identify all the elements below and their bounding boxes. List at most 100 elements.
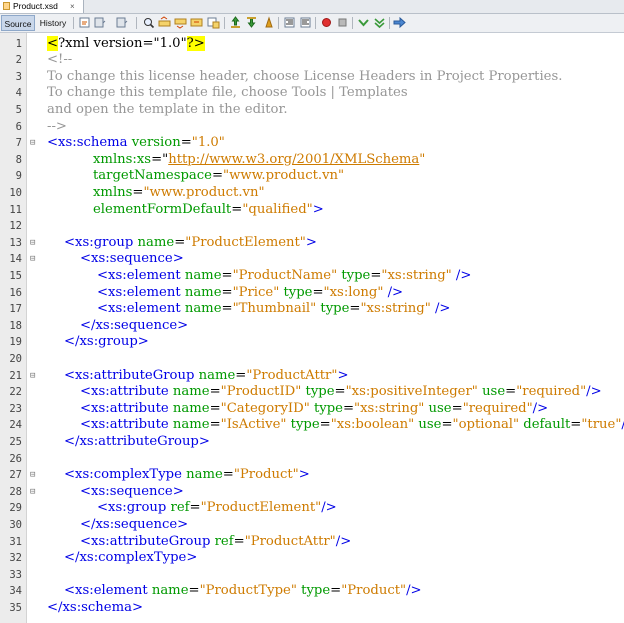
code-line[interactable]: 34 <xs:element name="ProductType" type="P… (0, 583, 624, 600)
code-line[interactable]: 7 ⊟ <xs:schema version="1.0" (0, 135, 624, 152)
code-line[interactable]: 21 ⊟ <xs:attributeGroup name="ProductAttr"… (0, 368, 624, 385)
prev-bookmark-icon[interactable] (229, 16, 242, 29)
token-val: "qualified" (242, 201, 313, 217)
token-tag: <xs:element (97, 301, 185, 317)
token-attr: name (198, 367, 236, 383)
token-tag: <xs:element (64, 583, 152, 599)
code-line[interactable]: 3 To change this license header, choose L… (0, 69, 624, 86)
find-prev-icon[interactable] (158, 16, 171, 29)
token-tag: <xs:complexType (64, 467, 187, 483)
code-line[interactable]: 10 xmlns="www.product.vn" (0, 185, 624, 202)
token-val: "ProductElement" (200, 500, 322, 516)
file-tab[interactable]: Product.xsd × (0, 0, 84, 13)
code-line[interactable]: 35 </xs:schema> (0, 600, 624, 617)
code-line[interactable]: 12 (0, 218, 624, 235)
validate-xml-icon[interactable] (373, 16, 386, 29)
toggle-bookmark-icon[interactable] (262, 16, 275, 29)
token-attr: version (131, 135, 181, 151)
code-editor[interactable]: 1 <?xml version="1.0"?> 2 <!-- 3 To change th… (0, 33, 624, 623)
token-attr: name (184, 301, 222, 317)
code-line[interactable]: 1 <?xml version="1.0"?> (0, 35, 624, 53)
back-icon[interactable] (93, 16, 106, 29)
shift-right-icon[interactable] (299, 16, 312, 29)
tab-history[interactable]: History (36, 15, 70, 31)
code-line[interactable]: 32 </xs:complexType> (0, 550, 624, 567)
find-icon[interactable] (142, 16, 155, 29)
code-line[interactable]: 26 (0, 451, 624, 468)
code-line[interactable]: 19 </xs:group> (0, 334, 624, 351)
code-line[interactable]: 27 ⊟ <xs:complexType name="Product"> (0, 467, 624, 484)
fold-toggle-icon[interactable]: ⊟ (30, 467, 35, 484)
fold-toggle-icon[interactable]: ⊟ (30, 235, 35, 252)
find-next-icon[interactable] (174, 16, 187, 29)
code-line[interactable]: 2 <!-- (0, 52, 624, 69)
token-txt: = (349, 301, 361, 317)
code-line[interactable]: 30 </xs:sequence> (0, 517, 624, 534)
fold-toggle-icon[interactable]: ⊟ (30, 251, 35, 268)
token-tag: <xs:sequence> (80, 483, 184, 499)
token-tag: > (305, 234, 317, 250)
code-line[interactable]: 17 <xs:element name="Thumbnail" type="xs:… (0, 301, 624, 318)
code-text: <xs:element name="ProductName" type="xs:… (97, 268, 471, 285)
token-txt: = (231, 201, 243, 217)
line-number: 17 (9, 303, 22, 316)
code-line[interactable]: 15 <xs:element name="ProductName" type="x… (0, 268, 624, 285)
code-line[interactable]: 14 ⊟ <xs:sequence> (0, 251, 624, 268)
start-macro-icon[interactable] (320, 16, 333, 29)
code-line[interactable]: 25 </xs:attributeGroup> (0, 434, 624, 451)
forward-icon[interactable] (115, 16, 128, 29)
code-line[interactable]: 29 <xs:group ref="ProductElement"/> (0, 500, 624, 517)
code-line[interactable]: 6 --> (0, 119, 624, 136)
code-text: xmlns="www.product.vn" (93, 185, 265, 202)
code-text: </xs:schema> (47, 600, 143, 617)
token-attr: name (172, 400, 210, 416)
token-cmt: To change this template file, choose Too… (47, 85, 408, 101)
code-text: <xs:sequence> (80, 484, 184, 501)
code-line[interactable]: 20 (0, 351, 624, 368)
token-txt: = (188, 583, 200, 599)
toggle-rect-select-icon[interactable] (207, 16, 220, 29)
token-val: "required" (516, 384, 587, 400)
last-edit-icon[interactable] (78, 16, 91, 29)
code-line[interactable]: 11 elementFormDefault="qualified"> (0, 202, 624, 219)
file-tab-label: Product.xsd (13, 1, 58, 11)
code-line[interactable]: 9 targetNamespace="www.product.vn" (0, 168, 624, 185)
token-tag: <xs:group (97, 500, 171, 516)
token-attr: type (341, 267, 371, 283)
code-line[interactable]: 16 <xs:element name="Price" type="xs:long… (0, 285, 624, 302)
close-icon[interactable]: × (70, 0, 75, 13)
token-attr: name (151, 583, 189, 599)
toggle-highlight-icon[interactable] (190, 16, 203, 29)
fold-toggle-icon[interactable]: ⊟ (30, 368, 35, 385)
code-line[interactable]: 24 <xs:attribute name="IsActive" type="xs… (0, 417, 624, 434)
token-attr: name (184, 284, 222, 300)
token-tag: <xs:element (97, 267, 185, 283)
token-val: "Product" (341, 583, 407, 599)
xsl-transform-icon[interactable] (393, 16, 406, 29)
check-xml-icon[interactable] (357, 16, 370, 29)
code-line[interactable]: 8 xmlns:xs="http://www.w3.org/2001/XMLSch… (0, 152, 624, 169)
code-line[interactable]: 28 ⊟ <xs:sequence> (0, 484, 624, 501)
line-number: 16 (9, 286, 22, 299)
line-number: 4 (15, 87, 22, 100)
fold-toggle-icon[interactable]: ⊟ (30, 135, 35, 152)
next-bookmark-icon[interactable] (245, 16, 258, 29)
tab-source[interactable]: Source (1, 15, 35, 31)
code-line[interactable]: 5 and open the template in the editor. (0, 102, 624, 119)
code-line[interactable]: 23 <xs:attribute name="CategoryID" type="… (0, 401, 624, 418)
code-line[interactable]: 31 <xs:attributeGroup ref="ProductAttr"/> (0, 534, 624, 551)
code-line[interactable]: 18 </xs:sequence> (0, 318, 624, 335)
code-line[interactable]: 33 (0, 567, 624, 584)
code-line[interactable]: 22 <xs:attribute name="ProductID" type="x… (0, 384, 624, 401)
code-line[interactable]: 4 To change this template file, choose To… (0, 85, 624, 102)
stop-macro-icon[interactable] (336, 16, 349, 29)
line-number: 30 (9, 518, 22, 531)
code-line[interactable]: 13 ⊟ <xs:group name="ProductElement"> (0, 235, 624, 252)
token-attr: ref (170, 500, 190, 516)
code-text: </xs:complexType> (64, 550, 197, 567)
fold-toggle-icon[interactable]: ⊟ (30, 484, 35, 501)
line-number: 26 (9, 452, 22, 465)
shift-left-icon[interactable] (283, 16, 296, 29)
code-text: <xs:attributeGroup ref="ProductAttr"/> (80, 534, 351, 551)
code-text: <xs:attributeGroup name="ProductAttr"> (64, 368, 349, 385)
